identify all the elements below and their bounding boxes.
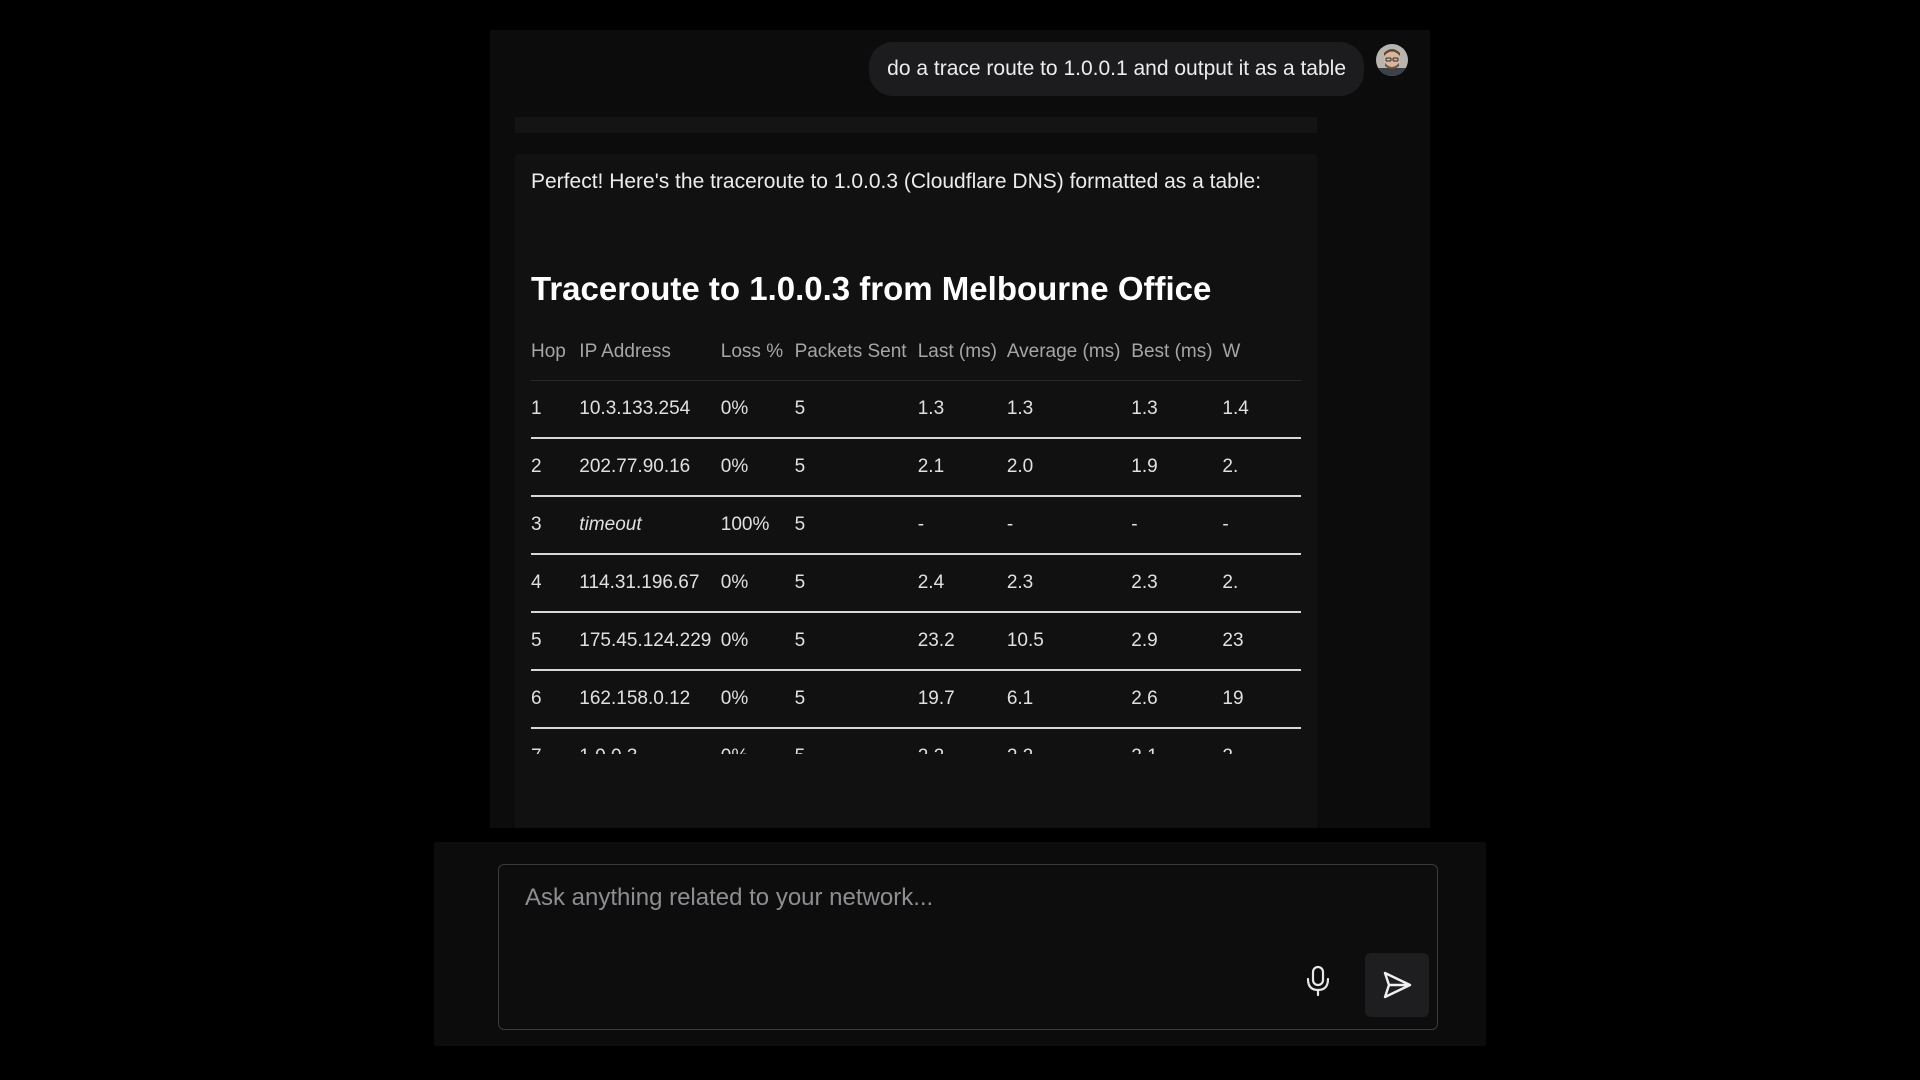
cell-best: - — [1131, 496, 1223, 555]
header-hop: Hop — [531, 341, 566, 362]
cell-last: 2.1 — [917, 438, 1007, 497]
cell-packets-sent: 5 — [794, 438, 918, 497]
cell-best: 2.1 — [1131, 728, 1222, 754]
assistant-intro-text: Perfect! Here's the traceroute to 1.0.0.… — [531, 170, 1262, 193]
user-message-row: do a trace route to 1.0.0.1 and output i… — [869, 42, 1408, 96]
cell-loss: 0% — [720, 670, 795, 729]
avatar-image — [1376, 44, 1408, 76]
cell-ip: 114.31.196.67 — [579, 554, 721, 613]
cell-worst: 2. — [1222, 554, 1301, 613]
cell-loss: 100% — [720, 496, 795, 555]
cell-loss: 0% — [720, 438, 795, 497]
user-avatar[interactable] — [1376, 44, 1408, 76]
cell-average: 2.3 — [1006, 554, 1132, 613]
composer-area — [434, 842, 1486, 1046]
table-header-row: Hop IP Address Loss % Packets Sent Last … — [531, 324, 1301, 381]
table-row: 5 175.45.124.229 0% 5 23.2 10.5 2.9 23 — [531, 612, 1301, 671]
cell-packets-sent: 5 — [794, 380, 918, 439]
header-average-ms: Average (ms) — [1006, 341, 1121, 362]
composer-box[interactable] — [498, 864, 1438, 1030]
user-message-bubble: do a trace route to 1.0.0.1 and output i… — [869, 42, 1364, 96]
cell-worst: 19 — [1222, 670, 1301, 729]
cell-ip: 1.0.0.3 — [579, 728, 721, 754]
cell-average: 1.3 — [1006, 380, 1132, 439]
cell-hop: 7 — [531, 728, 579, 754]
cell-last: - — [917, 496, 1007, 555]
cell-best: 1.9 — [1131, 438, 1223, 497]
header-ip-address: IP Address — [579, 341, 671, 362]
cell-average: 10.5 — [1006, 612, 1132, 671]
cell-ip: timeout — [579, 496, 721, 555]
table-row: 4 114.31.196.67 0% 5 2.4 2.3 2.3 2. — [531, 554, 1301, 613]
cell-best: 1.3 — [1131, 380, 1223, 439]
header-best-ms: Best (ms) — [1131, 341, 1213, 362]
cell-hop: 3 — [531, 496, 580, 555]
cell-worst: 23 — [1222, 612, 1301, 671]
cell-last: 2.2 — [918, 728, 1007, 754]
cell-worst: 2. — [1222, 728, 1301, 754]
cell-hop: 6 — [531, 670, 580, 729]
header-packets-sent: Packets Sent — [794, 341, 907, 362]
table-title: Traceroute to 1.0.0.3 from Melbourne Off… — [531, 270, 1212, 307]
table-row: 1 10.3.133.254 0% 5 1.3 1.3 1.3 1.4 — [531, 380, 1301, 439]
table-row: 2 202.77.90.16 0% 5 2.1 2.0 1.9 2. — [531, 438, 1301, 497]
message-separator — [515, 117, 1317, 133]
cell-ip: 175.45.124.229 — [579, 612, 721, 671]
cell-last: 23.2 — [917, 612, 1007, 671]
cell-loss: 0% — [720, 554, 795, 613]
table-row: 6 162.158.0.12 0% 5 19.7 6.1 2.6 19 — [531, 670, 1301, 729]
cell-packets-sent: 5 — [794, 670, 918, 729]
cell-worst: 1.4 — [1222, 380, 1301, 439]
cell-average: 2.2 — [1007, 728, 1131, 754]
assistant-message: Perfect! Here's the traceroute to 1.0.0.… — [515, 154, 1317, 828]
microphone-icon — [1306, 965, 1330, 997]
cell-best: 2.3 — [1131, 554, 1223, 613]
header-loss: Loss % — [720, 341, 784, 362]
cell-last: 2.4 — [917, 554, 1007, 613]
cell-loss: 0% — [720, 380, 795, 439]
send-icon — [1383, 971, 1412, 999]
cell-worst: - — [1222, 496, 1301, 555]
cell-ip: 10.3.133.254 — [579, 380, 721, 439]
table-scroll-container[interactable]: Hop IP Address Loss % Packets Sent Last … — [531, 324, 1301, 754]
cell-hop: 2 — [531, 438, 580, 497]
microphone-button[interactable] — [1303, 965, 1333, 997]
cell-last: 1.3 — [917, 380, 1007, 439]
cell-hop: 4 — [531, 554, 580, 613]
chat-panel: do a trace route to 1.0.0.1 and output i… — [490, 30, 1430, 828]
cell-hop: 5 — [531, 612, 580, 671]
table-row: 3 timeout 100% 5 - - - - — [531, 496, 1301, 555]
cell-ip: 162.158.0.12 — [579, 670, 721, 729]
traceroute-table: Hop IP Address Loss % Packets Sent Last … — [531, 324, 1301, 754]
cell-loss: 0% — [721, 728, 795, 754]
cell-average: - — [1006, 496, 1132, 555]
cell-worst: 2. — [1222, 438, 1301, 497]
table-row: 7 1.0.0.3 0% 5 2.2 2.2 2.1 2. — [531, 728, 1301, 754]
chat-input[interactable] — [523, 883, 1387, 913]
cell-packets-sent: 5 — [794, 554, 918, 613]
cell-hop: 1 — [531, 380, 580, 439]
cell-average: 2.0 — [1006, 438, 1132, 497]
cell-best: 2.9 — [1131, 612, 1223, 671]
cell-best: 2.6 — [1131, 670, 1223, 729]
cell-average: 6.1 — [1006, 670, 1132, 729]
cell-packets-sent: 5 — [794, 612, 918, 671]
send-button[interactable] — [1365, 953, 1429, 1017]
cell-last: 19.7 — [917, 670, 1007, 729]
cell-packets-sent: 5 — [795, 728, 918, 754]
cell-packets-sent: 5 — [794, 496, 918, 555]
cell-ip: 202.77.90.16 — [579, 438, 721, 497]
cell-loss: 0% — [720, 612, 795, 671]
header-worst-ms: W — [1222, 341, 1241, 362]
header-last-ms: Last (ms) — [917, 341, 997, 362]
